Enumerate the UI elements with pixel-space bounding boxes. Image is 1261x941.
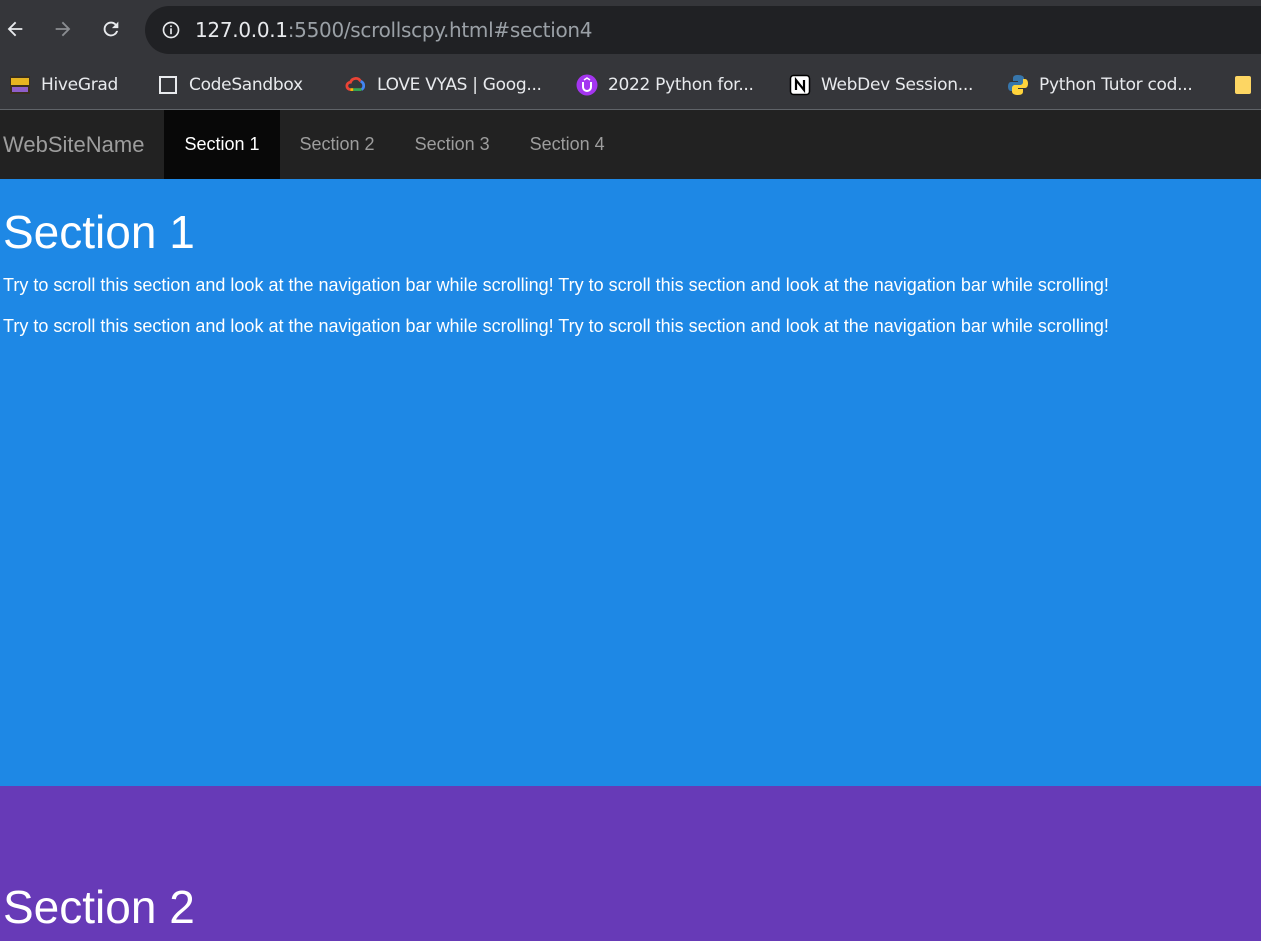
python-icon bbox=[1007, 74, 1029, 96]
hive-icon bbox=[9, 74, 31, 96]
section-1-paragraph: Try to scroll this section and look at t… bbox=[3, 316, 1109, 336]
bookmark-python-tutor[interactable]: Python Tutor cod... bbox=[1007, 70, 1193, 100]
forward-button[interactable] bbox=[50, 16, 76, 42]
arrow-left-icon bbox=[7, 21, 23, 37]
page-viewport: WebSiteName Section 1 Section 2 Section … bbox=[0, 110, 1261, 941]
bookmark-udemy[interactable]: 2022 Python for... bbox=[576, 70, 754, 100]
section-2-heading: Section 2 bbox=[3, 881, 195, 933]
section-2: Section 2 bbox=[0, 786, 1261, 941]
bookmark-folder[interactable] bbox=[1233, 70, 1255, 100]
nav-link-section-1[interactable]: Section 1 bbox=[164, 110, 280, 179]
nav-link-section-3[interactable]: Section 3 bbox=[395, 110, 510, 179]
back-button[interactable] bbox=[2, 16, 28, 42]
bookmarks-bar: HiveGrad CodeSandbox LOVE VYAS | Goog...… bbox=[0, 60, 1261, 110]
codesandbox-icon bbox=[157, 74, 179, 96]
folder-icon bbox=[1233, 74, 1255, 96]
reload-button[interactable] bbox=[98, 16, 124, 42]
site-navbar: WebSiteName Section 1 Section 2 Section … bbox=[0, 110, 1261, 179]
reload-icon bbox=[103, 21, 119, 37]
address-bar[interactable]: 127.0.0.1:5500/scrollscpy.html#section4 bbox=[145, 6, 1261, 54]
udemy-icon bbox=[576, 74, 598, 96]
nav-link-section-4[interactable]: Section 4 bbox=[510, 110, 625, 179]
section-1-heading: Section 1 bbox=[3, 206, 195, 258]
bookmark-google-cloud[interactable]: LOVE VYAS | Goog... bbox=[345, 70, 542, 100]
notion-icon bbox=[789, 74, 811, 96]
nav-link-section-2[interactable]: Section 2 bbox=[280, 110, 395, 179]
url-text[interactable]: 127.0.0.1:5500/scrollscpy.html#section4 bbox=[195, 18, 592, 42]
section-1: Section 1 Try to scroll this section and… bbox=[0, 179, 1261, 786]
google-cloud-icon bbox=[345, 74, 367, 96]
browser-toolbar: 127.0.0.1:5500/scrollscpy.html#section4 bbox=[0, 0, 1261, 60]
bookmark-hivegrad[interactable]: HiveGrad bbox=[9, 70, 118, 100]
bookmark-codesandbox[interactable]: CodeSandbox bbox=[157, 70, 303, 100]
bookmark-notion[interactable]: WebDev Session... bbox=[789, 70, 973, 100]
site-brand[interactable]: WebSiteName bbox=[0, 110, 164, 179]
arrow-right-icon bbox=[55, 21, 71, 37]
info-icon[interactable] bbox=[161, 20, 181, 40]
section-1-paragraph: Try to scroll this section and look at t… bbox=[3, 275, 1109, 295]
